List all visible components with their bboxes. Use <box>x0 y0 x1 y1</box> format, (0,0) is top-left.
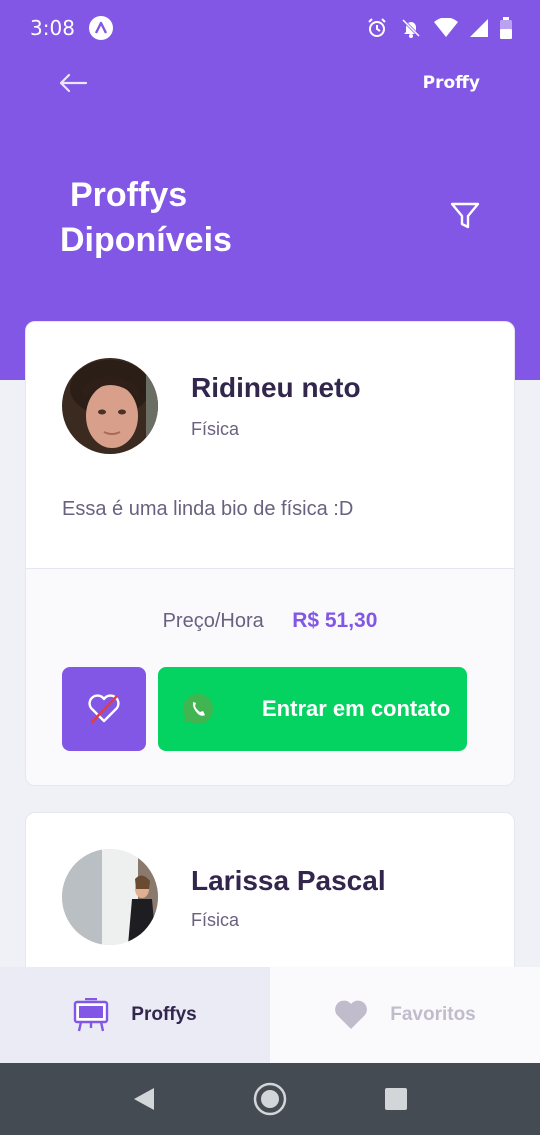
page-title-line1: Proffys <box>70 176 188 214</box>
teacher-avatar <box>62 358 158 454</box>
arrow-left-icon <box>59 73 88 93</box>
contact-label: Entrar em contato <box>262 696 451 721</box>
back-button[interactable] <box>55 68 91 98</box>
contact-button[interactable]: Entrar em contato <box>158 667 467 751</box>
teacher-avatar <box>62 849 158 945</box>
wifi-icon <box>434 18 458 37</box>
price-value: R$ 51,30 <box>292 609 378 632</box>
triangle-back-icon <box>134 1088 154 1110</box>
filter-button[interactable] <box>448 199 482 233</box>
system-nav-bar <box>0 1063 540 1135</box>
status-time: 3:08 <box>30 16 75 40</box>
alarm-icon <box>368 18 386 37</box>
status-bar: 3:08 <box>0 0 540 56</box>
nav-recents-button[interactable] <box>373 1076 419 1122</box>
tab-bar: Proffys Favoritos <box>0 967 540 1063</box>
app-notification-icon <box>88 16 113 40</box>
teacher-card: Ridineu neto Física Essa é uma linda bio… <box>25 321 515 786</box>
notifications-off-icon <box>401 18 421 38</box>
whatsapp-icon <box>182 693 214 725</box>
card-footer: Preço/Hora R$ 51,30 Entrar em contato <box>26 568 514 785</box>
easel-icon <box>74 998 109 1032</box>
filter-icon <box>450 202 480 229</box>
page-title-line2: Diponíveis <box>60 221 232 259</box>
battery-icon <box>500 17 512 39</box>
teacher-name: Larissa Pascal <box>191 865 386 896</box>
teacher-subject: Física <box>191 419 240 439</box>
status-icons <box>366 17 512 39</box>
price-label: Preço/Hora <box>162 610 264 632</box>
nav-back-button[interactable] <box>121 1076 167 1122</box>
unfavorite-button[interactable] <box>62 667 146 751</box>
teacher-bio: Essa é uma linda bio de física :D <box>62 498 354 520</box>
tab-proffys[interactable]: Proffys <box>0 967 270 1063</box>
page-title: Proffys Diponíveis <box>60 173 320 263</box>
nav-home-button[interactable] <box>247 1076 293 1122</box>
circle-home-icon <box>253 1082 287 1116</box>
heart-icon <box>335 1000 368 1029</box>
teacher-subject: Física <box>191 910 240 930</box>
signal-icon <box>470 19 488 37</box>
tab-favoritos[interactable]: Favoritos <box>270 967 540 1063</box>
tab-label: Favoritos <box>390 1004 476 1025</box>
square-recents-icon <box>385 1088 407 1110</box>
price-row: Preço/Hora R$ 51,30 <box>26 609 514 633</box>
heart-off-icon <box>88 694 120 724</box>
tab-label: Proffys <box>131 1004 197 1025</box>
teacher-name: Ridineu neto <box>191 372 361 403</box>
brand-logo: Proffy <box>422 73 480 93</box>
